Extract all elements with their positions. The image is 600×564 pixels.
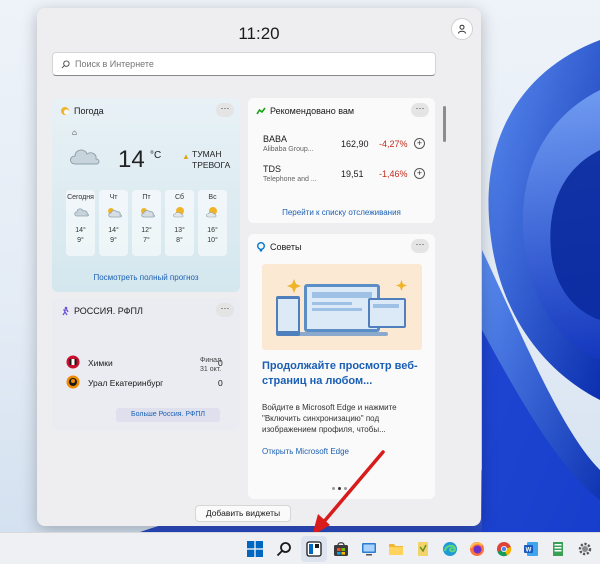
stock-symbol: TDS [263, 164, 281, 174]
stocks-chart-icon [256, 107, 266, 115]
watchlist-link[interactable]: Перейти к списку отслеживания [248, 208, 435, 217]
add-widgets-button[interactable]: Добавить виджеты [195, 505, 291, 522]
forecast-day[interactable]: Сегодня 14° 9° [66, 190, 95, 256]
firefox-icon[interactable] [468, 540, 486, 558]
tips-lightbulb-icon [257, 242, 265, 252]
cloud-icon [70, 149, 100, 165]
widgets-icon[interactable] [305, 540, 323, 558]
search-icon [61, 59, 70, 68]
store-icon[interactable] [332, 540, 350, 558]
team-badge-icon [66, 355, 80, 369]
stock-change: -1,46% [379, 169, 408, 179]
svg-text:W: W [526, 548, 532, 554]
forecast-row: Сегодня 14° 9° Чт 14° 9° Пт 12° 7° Сб 13… [66, 190, 227, 256]
tips-widget[interactable]: Советы ··· Продолжайте просмотр веб-стра… [248, 234, 435, 499]
weather-widget[interactable]: Погода ··· ⌂ 14 °C ▲ ТУМАН ТРЕВОГА Сегод… [52, 98, 240, 292]
tips-title: Советы [270, 242, 302, 252]
forecast-day[interactable]: Пт 12° 7° [132, 190, 161, 256]
current-temperature: 14 [118, 146, 145, 173]
stock-company: Telephone and ... [263, 176, 317, 183]
team-name: Урал Екатеринбург [88, 378, 164, 388]
book-icon[interactable] [549, 540, 567, 558]
forecast-day[interactable]: Вс 16° 10° [198, 190, 227, 256]
stock-price: 162,90 [341, 139, 369, 149]
forecast-day[interactable]: Сб 13° 8° [165, 190, 194, 256]
cloud-icon [66, 206, 95, 221]
widgets-panel: 11:20 Погода ··· ⌂ 14 °C ▲ ТУМАН ТРЕВОГА… [37, 8, 481, 526]
sports-runner-icon [62, 306, 69, 316]
full-forecast-link[interactable]: Посмотреть полный прогноз [52, 273, 240, 282]
sun-cloud-icon [198, 206, 227, 221]
sun-cloud-icon [165, 206, 194, 221]
more-sports-link[interactable]: Больше Россия. РФПЛ [116, 408, 220, 422]
warning-icon: ▲ [182, 152, 190, 161]
forecast-day[interactable]: Чт 14° 9° [99, 190, 128, 256]
stocks-more-button[interactable]: ··· [411, 103, 429, 117]
stock-symbol: BABA [263, 134, 288, 144]
stocks-title: Рекомендовано вам [270, 106, 355, 116]
sports-more-button[interactable]: ··· [216, 303, 234, 317]
stocks-widget[interactable]: Рекомендовано вам ··· BABA Alibaba Group… [248, 98, 435, 223]
stock-company: Alibaba Group... [263, 146, 314, 153]
search-input[interactable] [75, 59, 375, 69]
tips-description: Войдите в Microsoft Edge и нажмите "Вклю… [262, 403, 397, 434]
temperature-unit[interactable]: °C [150, 150, 161, 161]
weather-alert[interactable]: ТУМАН ТРЕВОГА [192, 149, 236, 171]
team-name: Химки [88, 358, 113, 368]
home-location-icon[interactable]: ⌂ [72, 128, 77, 137]
page-dot-active[interactable] [338, 487, 341, 490]
user-icon [458, 24, 466, 34]
page-dot[interactable] [332, 487, 335, 490]
partly-cloudy-icon [132, 206, 161, 221]
search-icon[interactable] [275, 540, 293, 558]
user-account-button[interactable] [451, 18, 473, 40]
notepad-icon[interactable] [414, 540, 432, 558]
open-edge-link[interactable]: Открыть Microsoft Edge [262, 447, 349, 456]
clock: 11:20 [238, 24, 280, 43]
partly-cloudy-icon [99, 206, 128, 221]
remote-desktop-icon[interactable] [360, 540, 378, 558]
edge-icon[interactable] [441, 540, 459, 558]
page-dot[interactable] [344, 487, 347, 490]
scrollbar-thumb[interactable] [443, 106, 446, 142]
add-stock-icon[interactable]: + [414, 168, 425, 179]
chrome-icon[interactable] [495, 540, 513, 558]
start-icon[interactable] [246, 540, 264, 558]
file-explorer-icon[interactable] [387, 540, 405, 558]
match-status: Финал 31 окт. [200, 357, 222, 373]
scrollbar[interactable] [441, 98, 447, 508]
add-stock-icon[interactable]: + [414, 138, 425, 149]
tips-illustration [262, 264, 422, 350]
tips-more-button[interactable]: ··· [411, 239, 429, 253]
team-score: 0 [218, 378, 223, 388]
taskbar: W [0, 532, 600, 564]
stock-price: 19,51 [341, 169, 364, 179]
tips-headline[interactable]: Продолжайте просмотр веб-страниц на любо… [262, 359, 424, 389]
team-badge-icon [66, 375, 80, 389]
search-box[interactable] [52, 52, 436, 76]
stock-change: -4,27% [379, 139, 408, 149]
word-icon[interactable]: W [522, 540, 540, 558]
weather-title: Погода [74, 106, 104, 116]
settings-icon[interactable] [576, 540, 594, 558]
weather-sun-icon [61, 107, 70, 115]
weather-more-button[interactable]: ··· [216, 103, 234, 117]
sports-widget[interactable]: РОССИЯ. РФПЛ ··· Химки 0 Урал Екатеринбу… [52, 298, 240, 431]
sports-title: РОССИЯ. РФПЛ [74, 306, 143, 316]
pagination-dots[interactable] [332, 487, 347, 490]
